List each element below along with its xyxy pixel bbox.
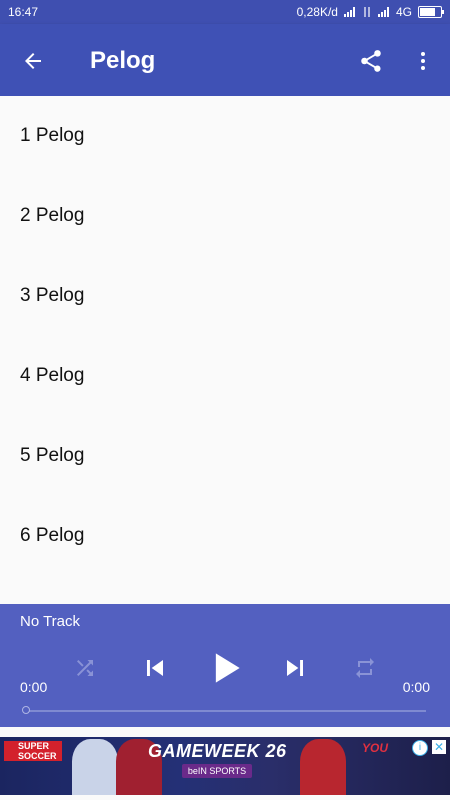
- elapsed-time: 0:00: [20, 679, 48, 695]
- ad-player-image: [300, 739, 346, 795]
- list-item[interactable]: 6 Pelog: [0, 496, 450, 576]
- share-button[interactable]: [354, 44, 388, 78]
- previous-button[interactable]: [133, 646, 177, 690]
- list-item-label: 3 Pelog: [20, 285, 85, 306]
- play-icon: [215, 653, 240, 683]
- list-item-label: 5 Pelog: [20, 445, 85, 466]
- more-options-button[interactable]: [408, 44, 438, 78]
- network-speed: 0,28K/d: [296, 5, 338, 19]
- repeat-button[interactable]: [343, 646, 387, 690]
- ad-player-image: [72, 739, 118, 795]
- network-type: 4G: [395, 5, 412, 19]
- back-arrow-icon: [25, 53, 41, 69]
- signal-icon: [343, 7, 356, 17]
- list-item[interactable]: 3 Pelog: [0, 256, 450, 336]
- list-item[interactable]: 1 Pelog: [0, 96, 450, 176]
- list-item[interactable]: 5 Pelog: [0, 416, 450, 496]
- list-item-label: 2 Pelog: [20, 205, 85, 226]
- data-transfer-icon: [362, 7, 372, 17]
- separator: [0, 727, 450, 737]
- status-icons: 0,28K/d 4G: [296, 5, 444, 19]
- seek-thumb[interactable]: [22, 706, 30, 714]
- play-button[interactable]: [203, 646, 247, 690]
- ad-headline: GAMEWEEK 26: [148, 741, 287, 761]
- status-time: 16:47: [8, 5, 39, 19]
- status-bar: 16:47 0,28K/d 4G: [0, 0, 450, 24]
- list-item[interactable]: 4 Pelog: [0, 336, 450, 416]
- player-panel: No Track 0:00 0:00: [0, 604, 450, 727]
- next-button[interactable]: [273, 646, 317, 690]
- shuffle-button[interactable]: [63, 646, 107, 690]
- list-item-label: 1 Pelog: [20, 125, 85, 146]
- info-icon[interactable]: i: [412, 740, 428, 756]
- ad-banner[interactable]: SUPER SOCCER GAMEWEEK 26 beIN SPORTS YOU…: [0, 737, 450, 795]
- track-name: No Track: [20, 613, 81, 630]
- more-vert-icon: [421, 52, 425, 70]
- app-bar: Pelog: [0, 24, 450, 96]
- repeat-icon: [356, 658, 374, 678]
- page-title: Pelog: [90, 47, 156, 74]
- ad-brand: YOU: [362, 741, 389, 755]
- skip-previous-icon: [147, 660, 163, 676]
- list-item-label: 6 Pelog: [20, 525, 85, 546]
- list-item[interactable]: 2 Pelog: [0, 176, 450, 256]
- shuffle-icon: [77, 660, 93, 676]
- ad-sponsor: beIN SPORTS: [182, 764, 252, 778]
- close-icon[interactable]: ✕: [432, 740, 446, 754]
- seek-bar[interactable]: [22, 706, 426, 714]
- signal-icon: [377, 7, 390, 17]
- track-list: 1 Pelog 2 Pelog 3 Pelog 4 Pelog 5 Pelog …: [0, 96, 450, 604]
- total-time: 0:00: [402, 679, 430, 695]
- share-icon: [361, 50, 381, 72]
- ad-logo: SUPER SOCCER: [4, 741, 62, 761]
- back-button[interactable]: [16, 44, 50, 78]
- battery-icon: [418, 6, 444, 18]
- skip-next-icon: [287, 660, 303, 676]
- list-item-label: 4 Pelog: [20, 365, 85, 386]
